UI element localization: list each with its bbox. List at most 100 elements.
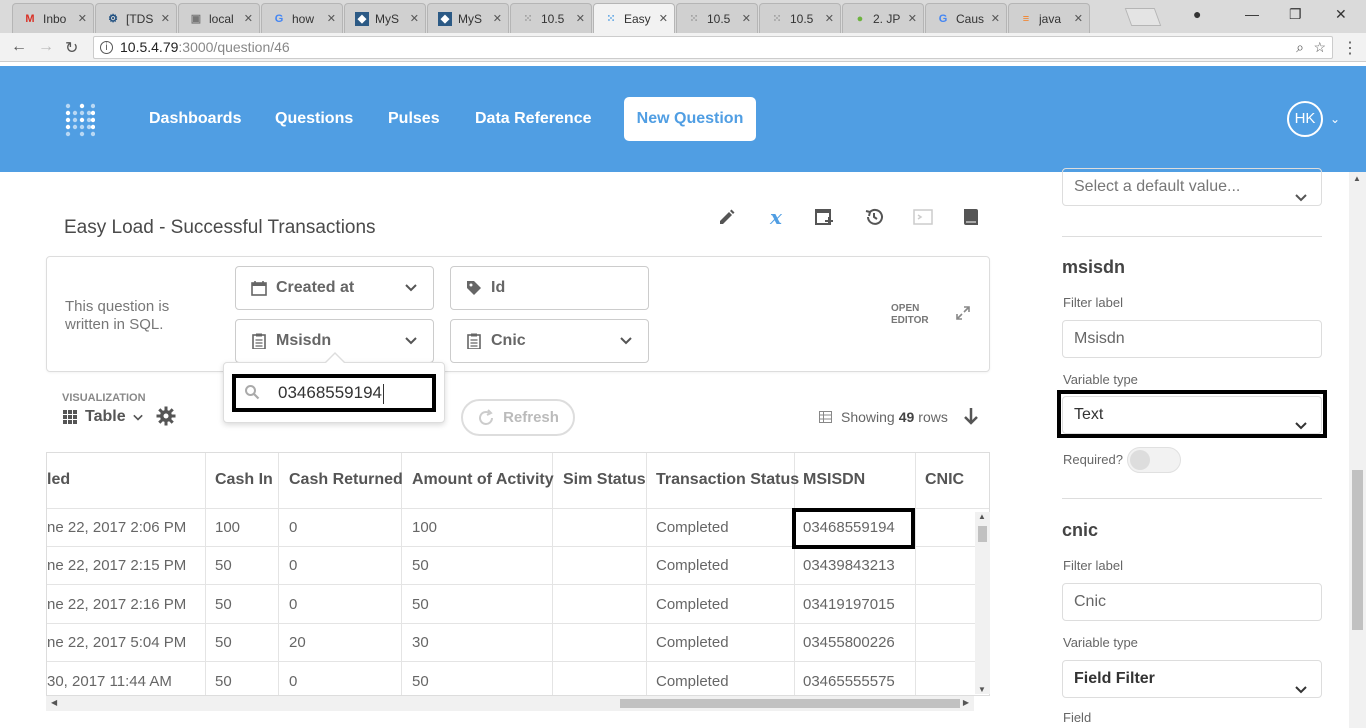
nav-questions[interactable]: Questions [275,110,353,128]
visualization-label: VISUALIZATION [62,392,146,404]
column-header[interactable]: Sim Status [563,471,646,489]
cnic-filter[interactable]: Cnic [450,319,649,363]
add-to-dashboard-icon[interactable] [813,206,835,228]
nav-dashboards[interactable]: Dashboards [149,110,241,128]
metabase-logo-icon[interactable] [65,103,95,137]
back-icon[interactable]: ← [11,38,27,56]
info-icon[interactable]: i [100,41,113,54]
clipboard-icon [465,332,483,350]
browser-tab[interactable]: ⁙ 10.5 ✕ [676,3,758,33]
expand-icon[interactable] [955,305,971,326]
close-tab-icon[interactable]: ✕ [410,12,419,25]
browser-tab[interactable]: M Inbo ✕ [12,3,94,33]
scroll-up-icon[interactable]: ▲ [978,512,986,521]
embed-icon[interactable] [912,206,934,228]
results-table: led Cash In Cash Returned Amount of Acti… [46,452,990,696]
close-tab-icon[interactable]: ✕ [576,12,585,25]
pencil-icon[interactable] [716,206,738,228]
column-header[interactable]: led [47,471,70,489]
browser-tab[interactable]: Ghow ✕ [261,3,343,33]
page-title: Easy Load - Successful Transactions [64,217,376,238]
scroll-right-icon[interactable]: ▶ [963,698,969,707]
close-tab-icon[interactable]: ✕ [908,12,917,25]
page-vertical-scrollbar[interactable]: ▲ [1349,172,1366,728]
close-tab-icon[interactable]: ✕ [78,12,87,25]
msisdn-value-input[interactable]: 03468559194 [232,374,436,412]
column-header[interactable]: Amount of Activity [412,471,554,489]
close-tab-icon[interactable]: ✕ [825,12,834,25]
browser-tab-strip: M Inbo ✕ ⚙ [TDS ✕ ▣ local ✕ Ghow ✕ ◆ MyS ✕ ◆ MyS ✕ … [0,0,1366,33]
cnic-variable-type-select[interactable]: Field Filter [1062,660,1322,698]
text-cursor [383,383,385,404]
table-vertical-scrollbar[interactable]: ▲ ▼ [975,512,990,694]
download-icon[interactable] [963,407,979,432]
avatar[interactable]: HK [1287,101,1323,137]
close-tab-icon[interactable]: ✕ [991,12,1000,25]
history-icon[interactable] [863,206,885,228]
chevron-down-icon [405,280,417,298]
scroll-up-icon[interactable]: ▲ [1353,174,1361,183]
column-header[interactable]: MSISDN [803,471,865,489]
variables-x-icon[interactable]: x [765,205,787,229]
profile-icon[interactable]: ● [1193,6,1201,22]
close-tab-icon[interactable]: ✕ [742,12,751,25]
minimize-icon[interactable]: — [1245,6,1259,22]
zoom-icon[interactable]: ⌕ [1296,37,1304,58]
nav-data-reference[interactable]: Data Reference [475,110,592,128]
browser-tab[interactable]: ≡ java ✕ [1008,3,1090,33]
browser-tab[interactable]: ◆ MyS ✕ [427,3,509,33]
scroll-thumb[interactable] [620,699,960,708]
browser-menu-icon[interactable]: ⋮ [1342,38,1358,58]
visualization-type-select[interactable]: Table [63,408,143,426]
chevron-down-icon [405,333,417,351]
column-header[interactable]: Cash In [215,471,273,489]
msisdn-filter-label-input[interactable]: Msisdn [1062,320,1322,358]
close-tab-icon[interactable]: ✕ [327,12,336,25]
browser-tab[interactable]: ⁙ 10.5 ✕ [510,3,592,33]
table-cell: Completed [656,634,729,651]
close-tab-icon[interactable]: ✕ [1074,12,1083,25]
column-header[interactable]: Transaction Status [656,471,799,489]
created-at-filter[interactable]: Created at [235,266,434,310]
browser-tab[interactable]: ● 2. JP ✕ [842,3,924,33]
metabase-icon: ⁙ [772,13,782,25]
search-icon [244,384,260,405]
required-toggle[interactable] [1127,447,1181,473]
close-window-icon[interactable]: ✕ [1335,6,1347,23]
cnic-filter-label-input[interactable]: Cnic [1062,583,1322,621]
browser-tab[interactable]: G Caus ✕ [925,3,1007,33]
scroll-down-icon[interactable]: ▼ [978,685,986,694]
new-tab-button[interactable] [1124,8,1162,26]
scroll-left-icon[interactable]: ◀ [51,698,57,707]
browser-tab[interactable]: ▣ local ✕ [178,3,260,33]
refresh-button[interactable]: Refresh [461,399,575,436]
column-header[interactable]: CNIC [925,471,964,489]
bookmark-star-icon[interactable]: ☆ [1313,37,1326,58]
table-column [647,453,795,695]
chevron-down-icon[interactable]: ⌄ [1330,112,1340,126]
reload-icon[interactable]: ↻ [65,38,78,58]
close-tab-icon[interactable]: ✕ [244,12,253,25]
forward-icon[interactable]: → [38,38,54,56]
nav-pulses[interactable]: Pulses [388,110,440,128]
close-tab-icon[interactable]: ✕ [161,12,170,25]
scroll-thumb[interactable] [978,526,987,542]
restore-icon[interactable]: ❐ [1289,6,1302,23]
browser-tab[interactable]: ◆ MyS ✕ [344,3,426,33]
new-question-button[interactable]: New Question [624,97,756,141]
table-cell: 0 [289,673,298,690]
browser-tab[interactable]: ⚙ [TDS ✕ [95,3,177,33]
close-tab-icon[interactable]: ✕ [493,12,502,25]
gear-icon[interactable] [156,406,176,431]
table-horizontal-scrollbar[interactable]: ◀ ▶ [46,696,974,711]
browser-tab[interactable]: ⁙ 10.5 ✕ [759,3,841,33]
column-header[interactable]: Cash Returned [289,471,403,489]
browser-tab-active[interactable]: ⁙ Easy ✕ [593,3,675,33]
book-icon[interactable] [960,206,982,228]
url-input[interactable]: i 10.5.4.79:3000/question/46 ⌕ ☆ [93,36,1333,59]
open-editor-button[interactable]: OPEN EDITOR [891,303,935,327]
scroll-thumb[interactable] [1352,470,1363,630]
default-value-select[interactable]: Select a default value... [1062,168,1322,206]
close-tab-icon[interactable]: ✕ [659,12,668,25]
id-filter[interactable]: Id [450,266,649,310]
